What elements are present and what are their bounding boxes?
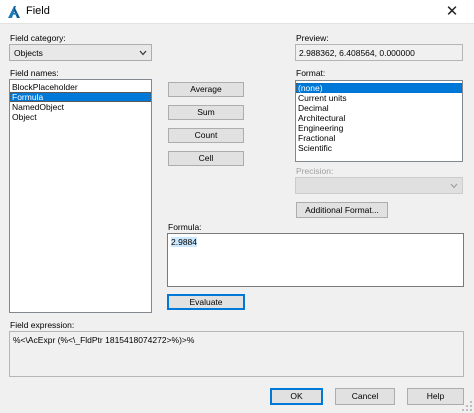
preview-label: Preview:	[296, 33, 329, 43]
format-item[interactable]: Current units	[296, 93, 462, 103]
title-bar: Field ✕	[0, 0, 474, 24]
field-name-item[interactable]: NamedObject	[10, 102, 151, 112]
format-list[interactable]: (none) Current units Decimal Architectural E…	[295, 80, 463, 162]
field-category-label: Field category:	[10, 33, 66, 43]
preview-value: 2.988362, 6.408564, 0.000000	[299, 48, 415, 58]
field-category-value: Objects	[14, 48, 43, 58]
field-name-item[interactable]: Object	[10, 112, 151, 122]
close-icon: ✕	[445, 3, 459, 20]
field-expression-label: Field expression:	[10, 320, 75, 330]
evaluate-button[interactable]: Evaluate	[167, 294, 245, 310]
average-button[interactable]: Average	[168, 82, 244, 97]
preview-field: 2.988362, 6.408564, 0.000000	[295, 44, 463, 61]
field-dialog: Field ✕ Field category: Objects Field na…	[0, 0, 474, 413]
field-expression-field: %<\AcExpr (%<\_FldPtr 1815418074272>%)>%	[9, 331, 464, 377]
field-names-label: Field names:	[10, 68, 59, 78]
precision-dropdown[interactable]	[295, 177, 463, 194]
format-label: Format:	[296, 68, 326, 78]
close-button[interactable]: ✕	[430, 0, 474, 24]
field-name-item[interactable]: Formula	[10, 92, 151, 102]
chevron-down-icon	[450, 183, 458, 189]
format-item[interactable]: Scientific	[296, 143, 462, 153]
cancel-button[interactable]: Cancel	[335, 388, 395, 405]
field-name-item[interactable]: BlockPlaceholder	[10, 82, 151, 92]
field-category-dropdown[interactable]: Objects	[9, 44, 152, 61]
count-button[interactable]: Count	[168, 128, 244, 143]
formula-label: Formula:	[168, 222, 202, 232]
field-expression-value: %<\AcExpr (%<\_FldPtr 1815418074272>%)>%	[13, 335, 195, 345]
format-item[interactable]: Decimal	[296, 103, 462, 113]
format-item[interactable]: Architectural	[296, 113, 462, 123]
resize-grip-icon[interactable]	[461, 400, 473, 412]
field-names-list[interactable]: BlockPlaceholder Formula NamedObject Object	[9, 79, 152, 313]
chevron-down-icon	[139, 50, 147, 56]
precision-label: Precision:	[296, 166, 334, 176]
additional-format-button[interactable]: Additional Format...	[296, 202, 388, 218]
formula-input[interactable]: 2.9884	[167, 233, 464, 287]
format-item[interactable]: (none)	[296, 83, 462, 93]
format-item[interactable]: Fractional	[296, 133, 462, 143]
window-title: Field	[26, 5, 50, 17]
formula-value: 2.9884	[171, 237, 197, 247]
help-button[interactable]: Help	[407, 388, 464, 405]
format-item[interactable]: Engineering	[296, 123, 462, 133]
ok-button[interactable]: OK	[270, 388, 323, 405]
autocad-a-icon	[8, 6, 20, 18]
sum-button[interactable]: Sum	[168, 105, 244, 120]
cell-button[interactable]: Cell	[168, 151, 244, 166]
